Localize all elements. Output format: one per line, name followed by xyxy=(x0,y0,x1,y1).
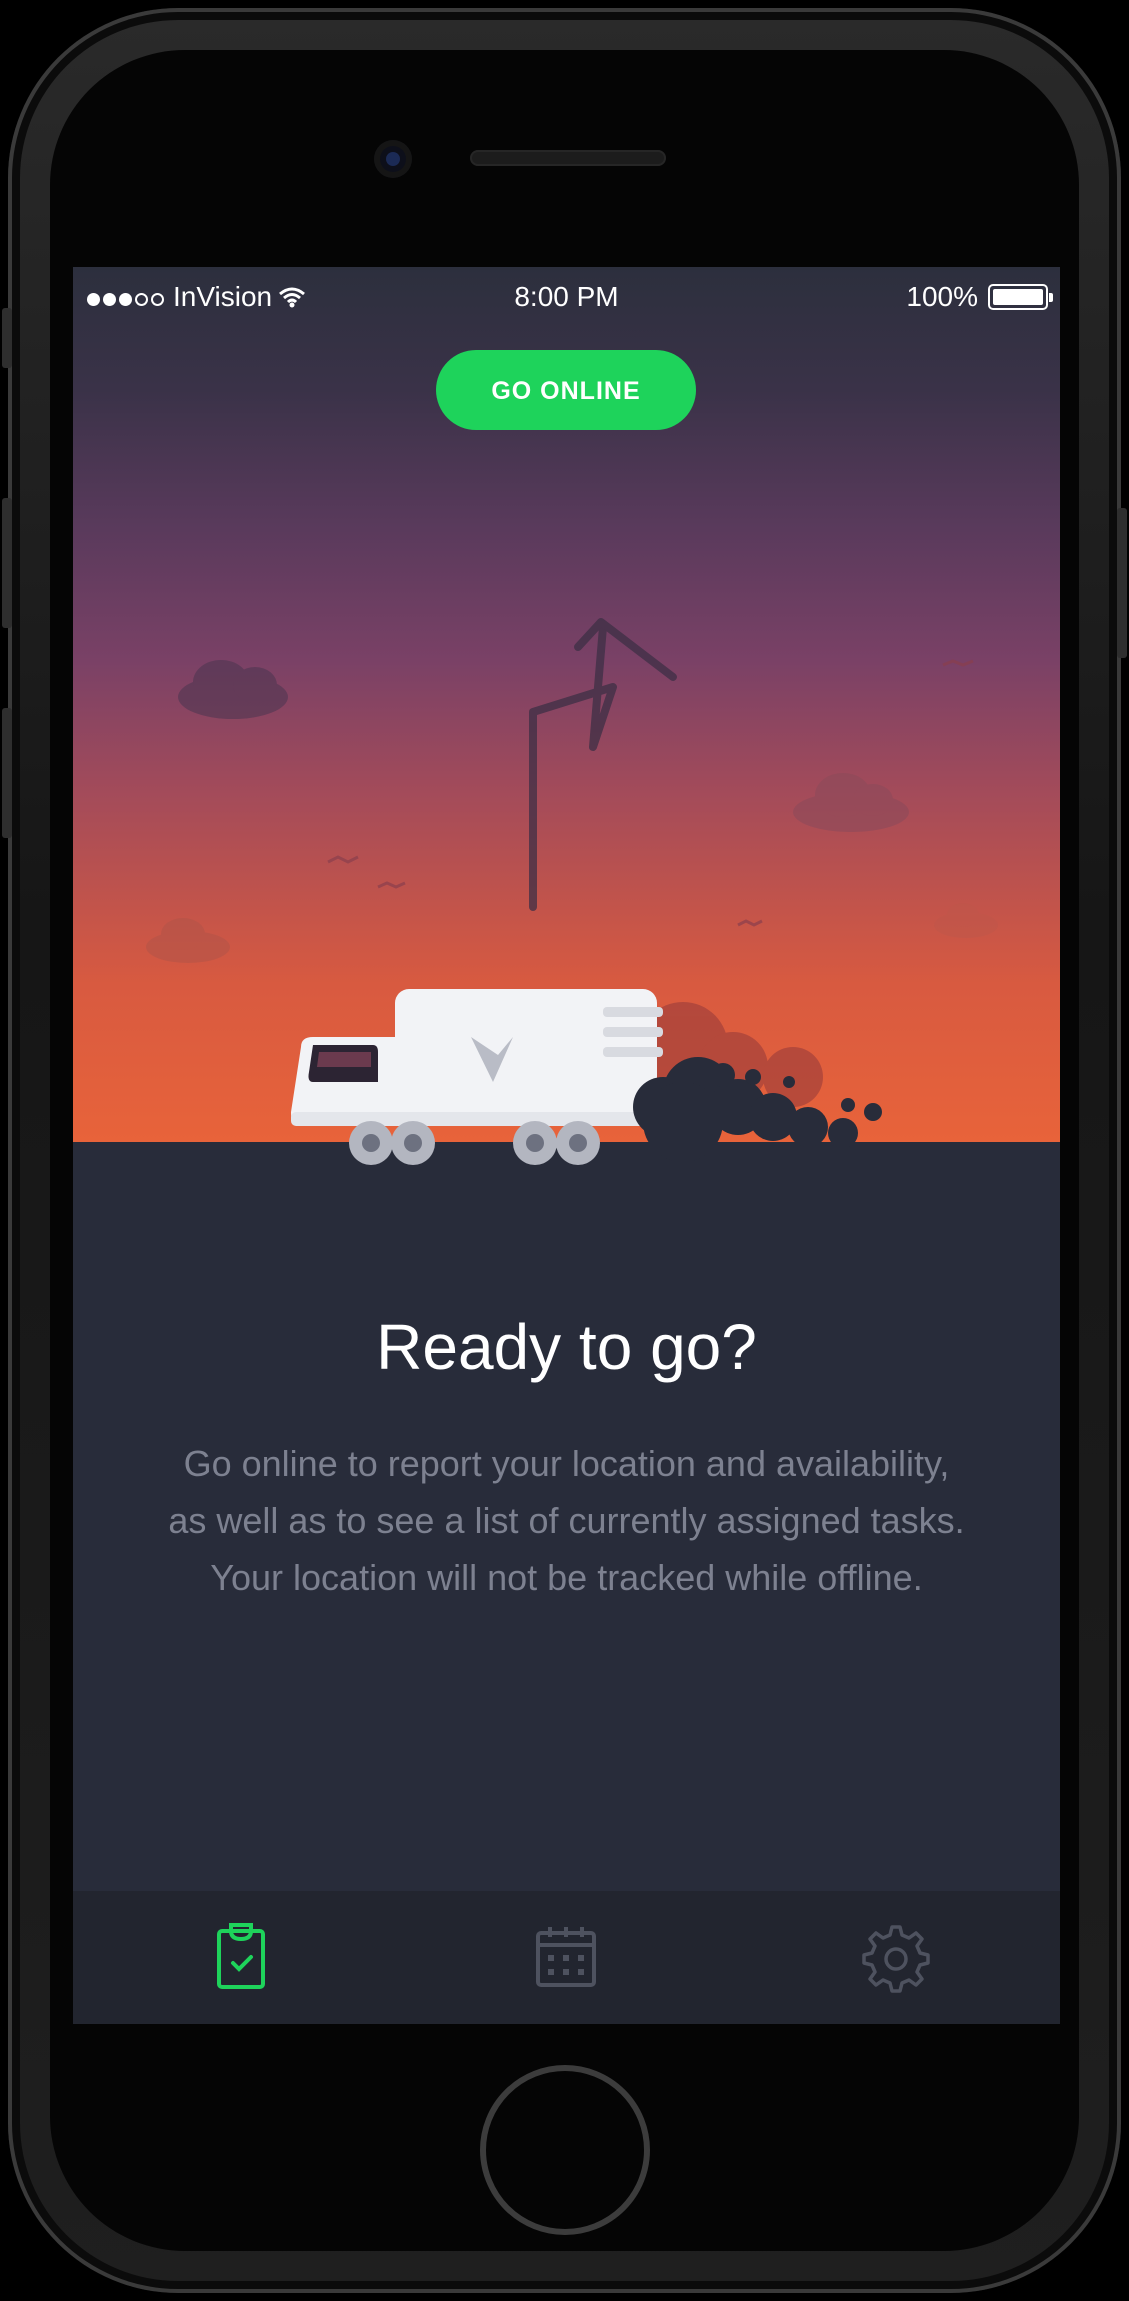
home-button[interactable] xyxy=(480,2065,650,2235)
tab-calendar[interactable] xyxy=(530,1921,602,1993)
earpiece-speaker xyxy=(470,150,666,166)
tab-settings[interactable] xyxy=(860,1921,932,1993)
volume-down-button xyxy=(2,708,12,838)
front-camera xyxy=(374,140,412,178)
go-online-button[interactable]: GO ONLINE xyxy=(436,350,696,430)
cloud-icon xyxy=(146,918,230,963)
page-title: Ready to go? xyxy=(376,1311,757,1383)
clipboard-check-icon xyxy=(217,1923,265,1989)
battery-percent: 100% xyxy=(906,281,978,312)
status-right: 100% xyxy=(906,281,1053,313)
calendar-icon xyxy=(536,1927,596,1987)
tab-tasks[interactable] xyxy=(205,1921,277,1993)
volume-up-button xyxy=(2,498,12,628)
power-button xyxy=(1117,508,1127,658)
cloud-icon xyxy=(793,773,909,832)
truck xyxy=(291,989,676,1165)
page-description: Go online to report your location and av… xyxy=(168,1443,965,1598)
tab-bar xyxy=(73,1891,1060,2024)
exhaust-cloud xyxy=(633,1057,882,1162)
cloud-icon xyxy=(934,903,998,938)
gear-icon xyxy=(862,1925,930,1993)
cloud-icon xyxy=(178,660,288,719)
app-screen: InVision 8:00 PM 100% GO ONLINE Ready to… xyxy=(73,267,1060,2024)
arrow-icon xyxy=(529,618,677,911)
mute-switch xyxy=(2,308,12,368)
battery-icon xyxy=(988,284,1053,310)
status-bar: InVision 8:00 PM 100% xyxy=(73,267,1060,327)
